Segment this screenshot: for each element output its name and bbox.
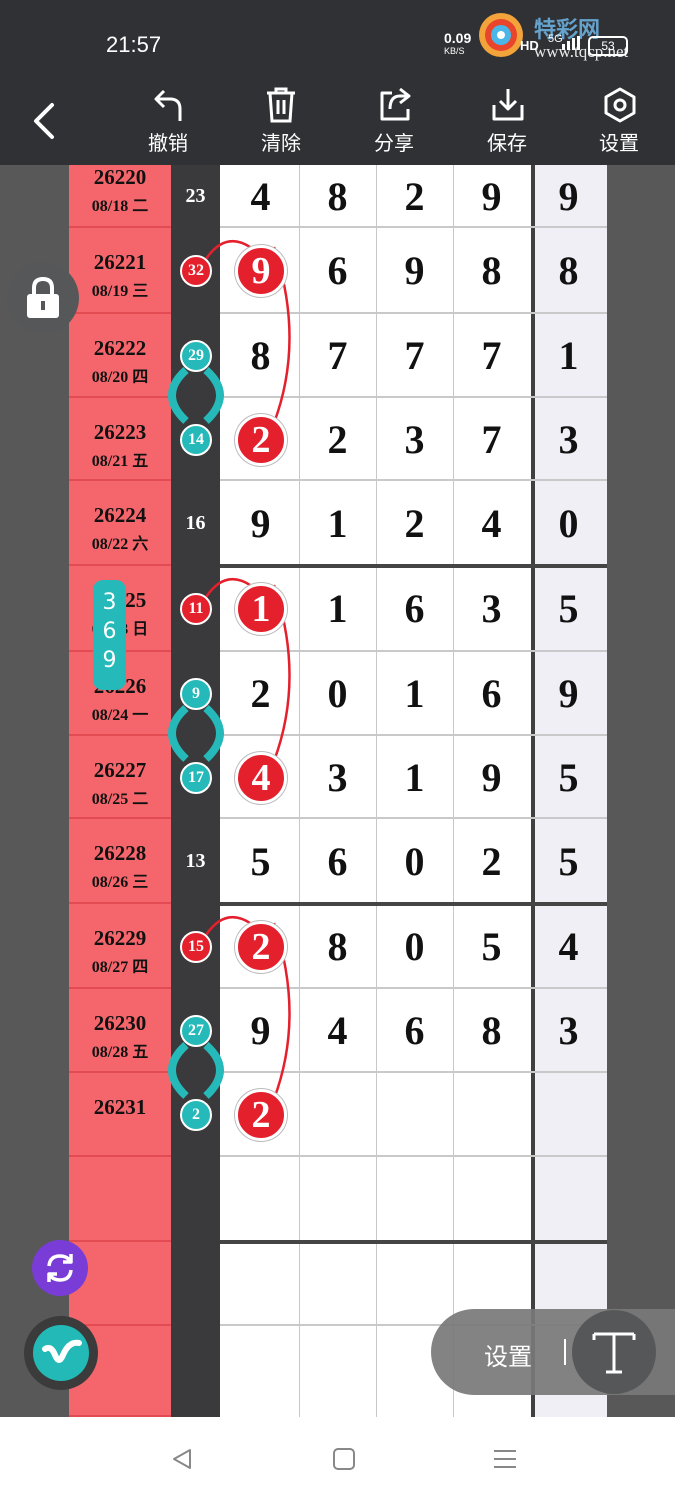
digit-highlight: 2	[235, 1089, 287, 1141]
battery-indicator: 53	[588, 36, 628, 56]
teal-connector-group	[168, 367, 224, 1099]
save-label: 保存	[487, 131, 527, 155]
digit-highlight: 2	[235, 413, 287, 466]
floating-settings-label[interactable]: 设置	[484, 1337, 532, 1372]
undo-button[interactable]: 撤销	[128, 85, 208, 165]
teal-link	[168, 1042, 189, 1099]
app-shortcut-button[interactable]	[24, 1316, 98, 1390]
teal-link	[168, 367, 189, 424]
connector-overlay	[168, 239, 291, 1100]
digit-highlight: 4	[235, 751, 287, 804]
sum-badge: 2	[180, 1099, 212, 1131]
sum-badge: 32	[180, 255, 212, 287]
lock-button[interactable]	[7, 262, 79, 334]
sum-badge: 9	[180, 678, 212, 710]
nav-back-triangle-icon[interactable]	[170, 1447, 194, 1471]
watermark-logo-icon	[476, 10, 526, 60]
settings-label: 设置	[599, 131, 639, 155]
back-arrow-icon[interactable]	[28, 101, 64, 141]
tag-digit: 6	[102, 619, 117, 644]
undo-label: 撤销	[148, 131, 188, 155]
pill-divider	[564, 1339, 566, 1365]
sum-badge: 14	[180, 423, 212, 456]
refresh-button[interactable]	[32, 1240, 88, 1296]
trash-icon	[267, 87, 295, 123]
teal-link	[203, 367, 224, 424]
share-label: 分享	[374, 131, 414, 155]
teal-link	[203, 705, 224, 762]
text-tool-icon	[592, 1332, 636, 1374]
undo-icon	[154, 89, 182, 121]
digit-highlight: 2	[235, 920, 287, 973]
share-button[interactable]: 分享	[354, 85, 434, 165]
sum-badge: 27	[180, 1015, 212, 1047]
nav-home-square-icon[interactable]	[332, 1447, 356, 1471]
net-speed-unit: KB/S	[444, 46, 465, 56]
nav-menu-icon[interactable]	[492, 1447, 518, 1471]
hexagon-settings-icon	[604, 87, 636, 123]
hd-badge: HD	[520, 38, 539, 53]
digit-highlight: 9	[235, 245, 287, 297]
sum-badge: 17	[180, 761, 212, 794]
digit-highlight: 1	[235, 583, 287, 635]
refresh-icon	[47, 1254, 73, 1282]
save-button[interactable]: 保存	[467, 85, 547, 165]
net-speed-value: 0.09	[444, 30, 472, 46]
app-logo-icon	[33, 1325, 89, 1381]
sum-badge: 15	[180, 930, 212, 963]
status-clock: 21:57	[106, 32, 162, 57]
status-bar: 21:57 特彩网 www.tqcp.net 0.09 KB/S HD 5G 5…	[0, 0, 675, 85]
sum-badge: 11	[180, 593, 212, 625]
top-toolbar: 撤销 清除 分享 保存 设置	[0, 85, 675, 165]
text-tool-button[interactable]	[572, 1310, 656, 1394]
net-speed: 0.09 KB/S	[444, 30, 472, 58]
share-icon	[380, 87, 411, 121]
system-nav-bar	[0, 1417, 675, 1500]
download-icon	[492, 89, 524, 121]
lock-icon	[27, 276, 59, 318]
sum-badge: 29	[180, 340, 212, 372]
signal-bars-icon	[562, 36, 580, 50]
teal-link	[168, 705, 189, 762]
trend-chart[interactable]: 26220 08/18 二 23 4 8 2 9 9 26221 08/19 三 6 9 8 8 26222…	[0, 165, 675, 1417]
tag-digit: 3	[102, 590, 117, 615]
label-369-tag[interactable]: 3 6 9	[93, 580, 126, 690]
teal-link	[203, 1042, 224, 1099]
clear-label: 清除	[261, 131, 301, 155]
settings-button[interactable]: 设置	[579, 85, 659, 165]
clear-button[interactable]: 清除	[241, 85, 321, 165]
tag-digit: 9	[102, 648, 117, 673]
